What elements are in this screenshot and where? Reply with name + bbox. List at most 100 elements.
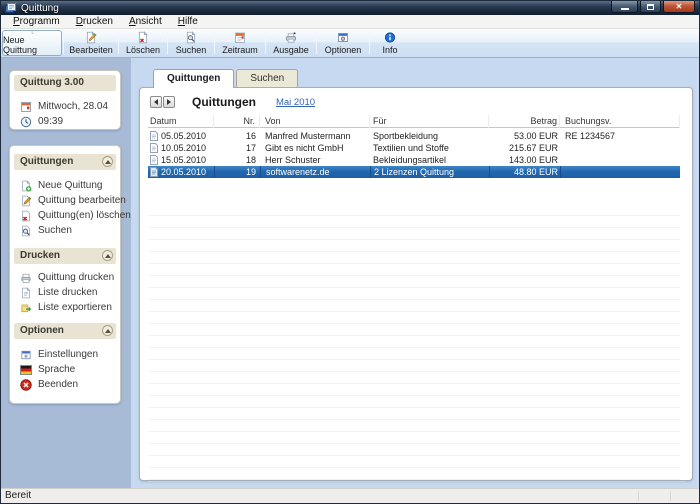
calendar-icon (232, 31, 248, 44)
info-icon (382, 31, 398, 44)
current-time: 09:39 (20, 115, 63, 128)
arrow-right-icon (167, 99, 171, 105)
tab-quittungen[interactable]: Quittungen (153, 69, 234, 88)
table-row[interactable]: 05.05.2010 16 Manfred Mustermann Sportbe… (148, 130, 680, 142)
title-bar[interactable]: Quittung ✕ (1, 1, 699, 15)
column-header-betrag[interactable]: Betrag (489, 115, 560, 128)
chevron-up-icon (105, 160, 111, 164)
table-row[interactable]: 15.05.2010 18 Herr Schuster Bekleidungsa… (148, 154, 680, 166)
calendar-icon (20, 101, 32, 113)
sidebar-item-quittung-loeschen[interactable]: Quittung(en) löschen (20, 209, 118, 222)
delete-receipt-icon (20, 210, 32, 222)
toolbar-options-button[interactable]: Optionen (318, 30, 368, 56)
collapse-button[interactable] (102, 250, 113, 261)
new-receipt-icon (20, 180, 32, 192)
column-header-buchungsv[interactable]: Buchungsv. (560, 115, 680, 128)
edit-receipt-icon (20, 195, 32, 207)
toolbar-search-button[interactable]: Suchen (169, 30, 213, 56)
current-date: Mittwoch, 28.04 (20, 100, 108, 113)
main-area: Quittungen Suchen Quittungen Mai 2010 Da… (131, 58, 699, 488)
table-row[interactable]: 10.05.2010 17 Gibt es nicht GmbH Textili… (148, 142, 680, 154)
column-header-datum[interactable]: Datum (148, 115, 214, 128)
section-header-quittungen: Quittungen (14, 154, 116, 170)
page-title: Quittungen (192, 95, 256, 109)
toolbar-delete-button[interactable]: Löschen (120, 30, 166, 56)
receipt-row-icon (150, 131, 158, 141)
sidebar-item-liste-exportieren[interactable]: Liste exportieren (20, 301, 118, 314)
collapse-button[interactable] (102, 325, 113, 336)
sidebar-item-beenden[interactable]: Beenden (20, 378, 118, 391)
chevron-up-icon (105, 329, 111, 333)
table-header: Datum Nr. Von Für Betrag Buchungsv. (148, 115, 680, 128)
toolbar-separator (316, 32, 317, 54)
minimize-icon (621, 8, 629, 10)
info-panel-title: Quittung 3.00 (14, 75, 116, 91)
sidebar-item-sprache[interactable]: Sprache (20, 363, 118, 376)
toolbar-edit-button[interactable]: Bearbeiten (65, 30, 117, 56)
sidebar-item-neue-quittung[interactable]: Neue Quittung (20, 179, 118, 192)
next-period-button[interactable] (163, 96, 175, 108)
delete-receipt-icon (135, 31, 151, 44)
collapse-button[interactable] (102, 156, 113, 167)
statusbar-divider (638, 491, 639, 501)
toolbar: Neue Quittung Bearbeiten Löschen (1, 29, 699, 58)
sidebar-nav-panel: Quittungen Neue Quittung Quittung bearbe… (9, 145, 121, 404)
table-row-selected[interactable]: 20.05.2010 19 softwarenetz.de 2 Lizenzen… (148, 166, 680, 178)
new-receipt-icon (24, 31, 40, 34)
close-icon: ✕ (676, 3, 683, 11)
toolbar-separator (167, 32, 168, 54)
previous-period-button[interactable] (150, 96, 162, 108)
maximize-icon (647, 4, 654, 10)
printer-icon (20, 272, 32, 284)
export-icon (20, 302, 32, 314)
content-area: Quittung 3.00 Mittwoch, 28.04 09:39 (1, 58, 699, 488)
app-window: Quittung ✕ Programm Drucken Ansicht Hilf… (0, 0, 700, 504)
sidebar-item-liste-drucken[interactable]: Liste drucken (20, 286, 118, 299)
receipt-row-icon (150, 155, 158, 165)
sidebar-item-quittung-drucken[interactable]: Quittung drucken (20, 271, 118, 284)
menu-ansicht[interactable]: Ansicht (121, 16, 170, 27)
tab-suchen[interactable]: Suchen (236, 69, 298, 87)
receipts-table: Datum Nr. Von Für Betrag Buchungsv. 05.0… (148, 115, 680, 128)
minimize-button[interactable] (611, 1, 638, 13)
toolbar-separator (369, 32, 370, 54)
receipt-row-icon (150, 143, 158, 153)
chevron-up-icon (105, 254, 111, 258)
period-link[interactable]: Mai 2010 (276, 97, 315, 108)
search-icon (20, 225, 32, 237)
settings-window-icon (20, 349, 32, 361)
toolbar-info-button[interactable]: Info (371, 30, 409, 56)
sidebar-item-quittung-bearbeiten[interactable]: Quittung bearbeiten (20, 194, 118, 207)
statusbar-divider (670, 491, 671, 501)
app-icon (5, 3, 16, 14)
printer-icon (283, 31, 299, 44)
search-icon (183, 31, 199, 44)
edit-receipt-icon (83, 31, 99, 44)
toolbar-output-button[interactable]: Ausgabe (267, 30, 315, 56)
sidebar-item-einstellungen[interactable]: Einstellungen (20, 348, 118, 361)
toolbar-separator (63, 32, 64, 54)
document-icon (20, 287, 32, 299)
sidebar-item-suchen[interactable]: Suchen (20, 224, 118, 237)
status-bar: Bereit (1, 488, 699, 503)
column-header-nr[interactable]: Nr. (214, 115, 260, 128)
summary-divider (148, 481, 686, 482)
sidebar: Quittung 3.00 Mittwoch, 28.04 09:39 (1, 58, 131, 488)
quit-icon (20, 379, 32, 391)
column-header-fuer[interactable]: Für (370, 115, 489, 128)
toolbar-separator (214, 32, 215, 54)
toolbar-new-receipt-button[interactable]: Neue Quittung (2, 30, 62, 56)
tab-bar: Quittungen Suchen (153, 69, 300, 88)
maximize-button[interactable] (640, 1, 661, 13)
column-header-von[interactable]: Von (260, 115, 370, 128)
options-window-icon (335, 31, 351, 44)
empty-rows-area (148, 204, 680, 480)
close-button[interactable]: ✕ (663, 1, 695, 13)
menu-hilfe[interactable]: Hilfe (170, 16, 206, 27)
german-flag-icon (20, 365, 32, 375)
menu-programm[interactable]: Programm (5, 16, 68, 27)
status-text: Bereit (5, 490, 31, 501)
toolbar-period-button[interactable]: Zeitraum (216, 30, 264, 56)
menu-bar: Programm Drucken Ansicht Hilfe (1, 15, 699, 29)
menu-drucken[interactable]: Drucken (68, 16, 121, 27)
